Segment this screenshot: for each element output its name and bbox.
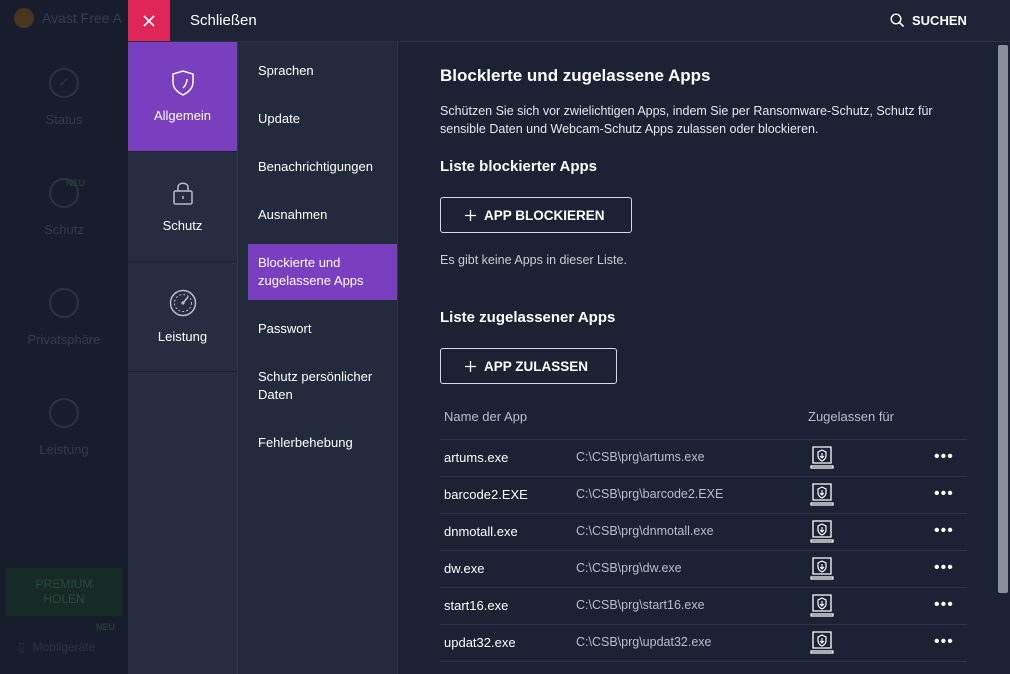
settings-window: Avast Free A ✓ Status Schutz NEU Privats… xyxy=(0,0,1010,674)
column-header-app-name[interactable]: Name der App xyxy=(444,409,527,424)
app-path: C:\CSB\prg\dw.exe xyxy=(576,561,682,575)
app-name: dnmotall.exe xyxy=(444,524,518,539)
device-protection-icon[interactable] xyxy=(810,520,834,549)
app-name: dw.exe xyxy=(444,561,485,576)
more-options-button[interactable]: ••• xyxy=(934,448,954,466)
category-label: Allgemein xyxy=(153,108,212,123)
more-options-button[interactable]: ••• xyxy=(934,485,954,503)
subnav-fehlerbehebung[interactable]: Fehlerbehebung xyxy=(248,432,397,454)
table-row[interactable]: barcode2.EXE C:\CSB\prg\barcode2.EXE ••• xyxy=(440,476,967,513)
overlay-dim xyxy=(0,0,128,674)
app-path: C:\CSB\prg\barcode2.EXE xyxy=(576,487,724,501)
table-row[interactable]: dnmotall.exe C:\CSB\prg\dnmotall.exe ••• xyxy=(440,513,967,550)
app-path: C:\CSB\prg\start16.exe xyxy=(576,598,705,612)
table-row[interactable]: updat32.exe C:\CSB\prg\updat32.exe ••• xyxy=(440,624,967,661)
search-icon xyxy=(890,13,905,28)
page-description: Schützen Sie sich vor zwielichtigen Apps… xyxy=(440,104,933,136)
allowed-apps-heading: Liste zugelassener Apps xyxy=(440,309,616,326)
top-bar: Schließen SUCHEN xyxy=(128,0,1010,42)
table-row[interactable]: start16.exe C:\CSB\prg\start16.exe ••• xyxy=(440,587,967,624)
device-protection-icon[interactable] xyxy=(810,483,834,512)
lock-icon xyxy=(172,182,193,205)
plus-icon xyxy=(465,209,476,221)
app-name: start16.exe xyxy=(444,598,509,613)
blocked-apps-heading: Liste blockierter Apps xyxy=(440,158,597,175)
subnav-passwort[interactable]: Passwort xyxy=(248,318,397,340)
subnav-ausnahmen[interactable]: Ausnahmen xyxy=(248,204,397,226)
main-content: Blocklerte und zugelassene Apps Schützen… xyxy=(398,42,996,674)
subnav-schutz-persoenlicher-daten[interactable]: Schutz persönlicher Daten xyxy=(248,366,397,406)
category-schutz[interactable]: Schutz xyxy=(128,152,237,262)
speedometer-icon xyxy=(169,289,196,317)
more-options-button[interactable]: ••• xyxy=(934,633,954,651)
table-row[interactable]: artums.exe C:\CSB\prg\artums.exe ••• xyxy=(440,439,967,476)
app-path: C:\CSB\prg\dnmotall.exe xyxy=(576,524,714,538)
allow-app-button[interactable]: APP ZULASSEN xyxy=(440,348,617,384)
app-name: artums.exe xyxy=(444,450,509,465)
device-protection-icon[interactable] xyxy=(810,557,834,586)
category-sidebar: Allgemein Schutz Leistung xyxy=(128,42,238,674)
table-row-divider xyxy=(440,661,967,674)
category-allgemein[interactable]: Allgemein xyxy=(128,42,237,152)
table-row[interactable]: dw.exe C:\CSB\prg\dw.exe ••• xyxy=(440,550,967,587)
plus-icon xyxy=(465,360,476,372)
app-name: barcode2.EXE xyxy=(444,487,528,502)
device-protection-icon[interactable] xyxy=(810,631,834,660)
app-path: C:\CSB\prg\artums.exe xyxy=(576,450,705,464)
allow-app-label: APP ZULASSEN xyxy=(484,358,589,374)
category-leistung[interactable]: Leistung xyxy=(128,262,237,372)
block-app-label: APP BLOCKIEREN xyxy=(484,207,605,223)
search-button[interactable]: SUCHEN xyxy=(890,13,967,28)
device-protection-icon[interactable] xyxy=(810,594,834,623)
subnav-blocked-allowed-apps[interactable]: Blockierte und zugelassene Apps xyxy=(248,244,397,300)
category-label: Leistung xyxy=(157,329,208,344)
app-name: updat32.exe xyxy=(444,635,516,650)
search-label: SUCHEN xyxy=(912,13,967,28)
subnav-benachrichtigungen[interactable]: Benachrichtigungen xyxy=(248,156,397,178)
close-label[interactable]: Schließen xyxy=(190,12,257,29)
more-options-button[interactable]: ••• xyxy=(934,559,954,577)
block-app-button[interactable]: APP BLOCKIEREN xyxy=(440,197,632,233)
device-protection-icon[interactable] xyxy=(810,446,834,475)
close-icon xyxy=(143,14,155,27)
column-header-allowed-for[interactable]: Zugelassen für xyxy=(808,409,894,424)
subnav-sprachen[interactable]: Sprachen xyxy=(248,60,397,82)
more-options-button[interactable]: ••• xyxy=(934,596,954,614)
close-button[interactable] xyxy=(128,0,170,41)
subnav-update[interactable]: Update xyxy=(248,108,397,130)
more-options-button[interactable]: ••• xyxy=(934,522,954,540)
settings-subnav: Sprachen Update Benachrichtigungen Ausna… xyxy=(238,42,398,674)
blocked-empty-message: Es gibt keine Apps in dieser Liste. xyxy=(440,253,627,267)
page-title: Blocklerte und zugelassene Apps xyxy=(440,66,711,85)
scrollbar-thumb[interactable] xyxy=(998,45,1008,593)
shield-icon xyxy=(171,70,194,96)
category-label: Schutz xyxy=(162,218,203,233)
app-path: C:\CSB\prg\updat32.exe xyxy=(576,635,712,649)
